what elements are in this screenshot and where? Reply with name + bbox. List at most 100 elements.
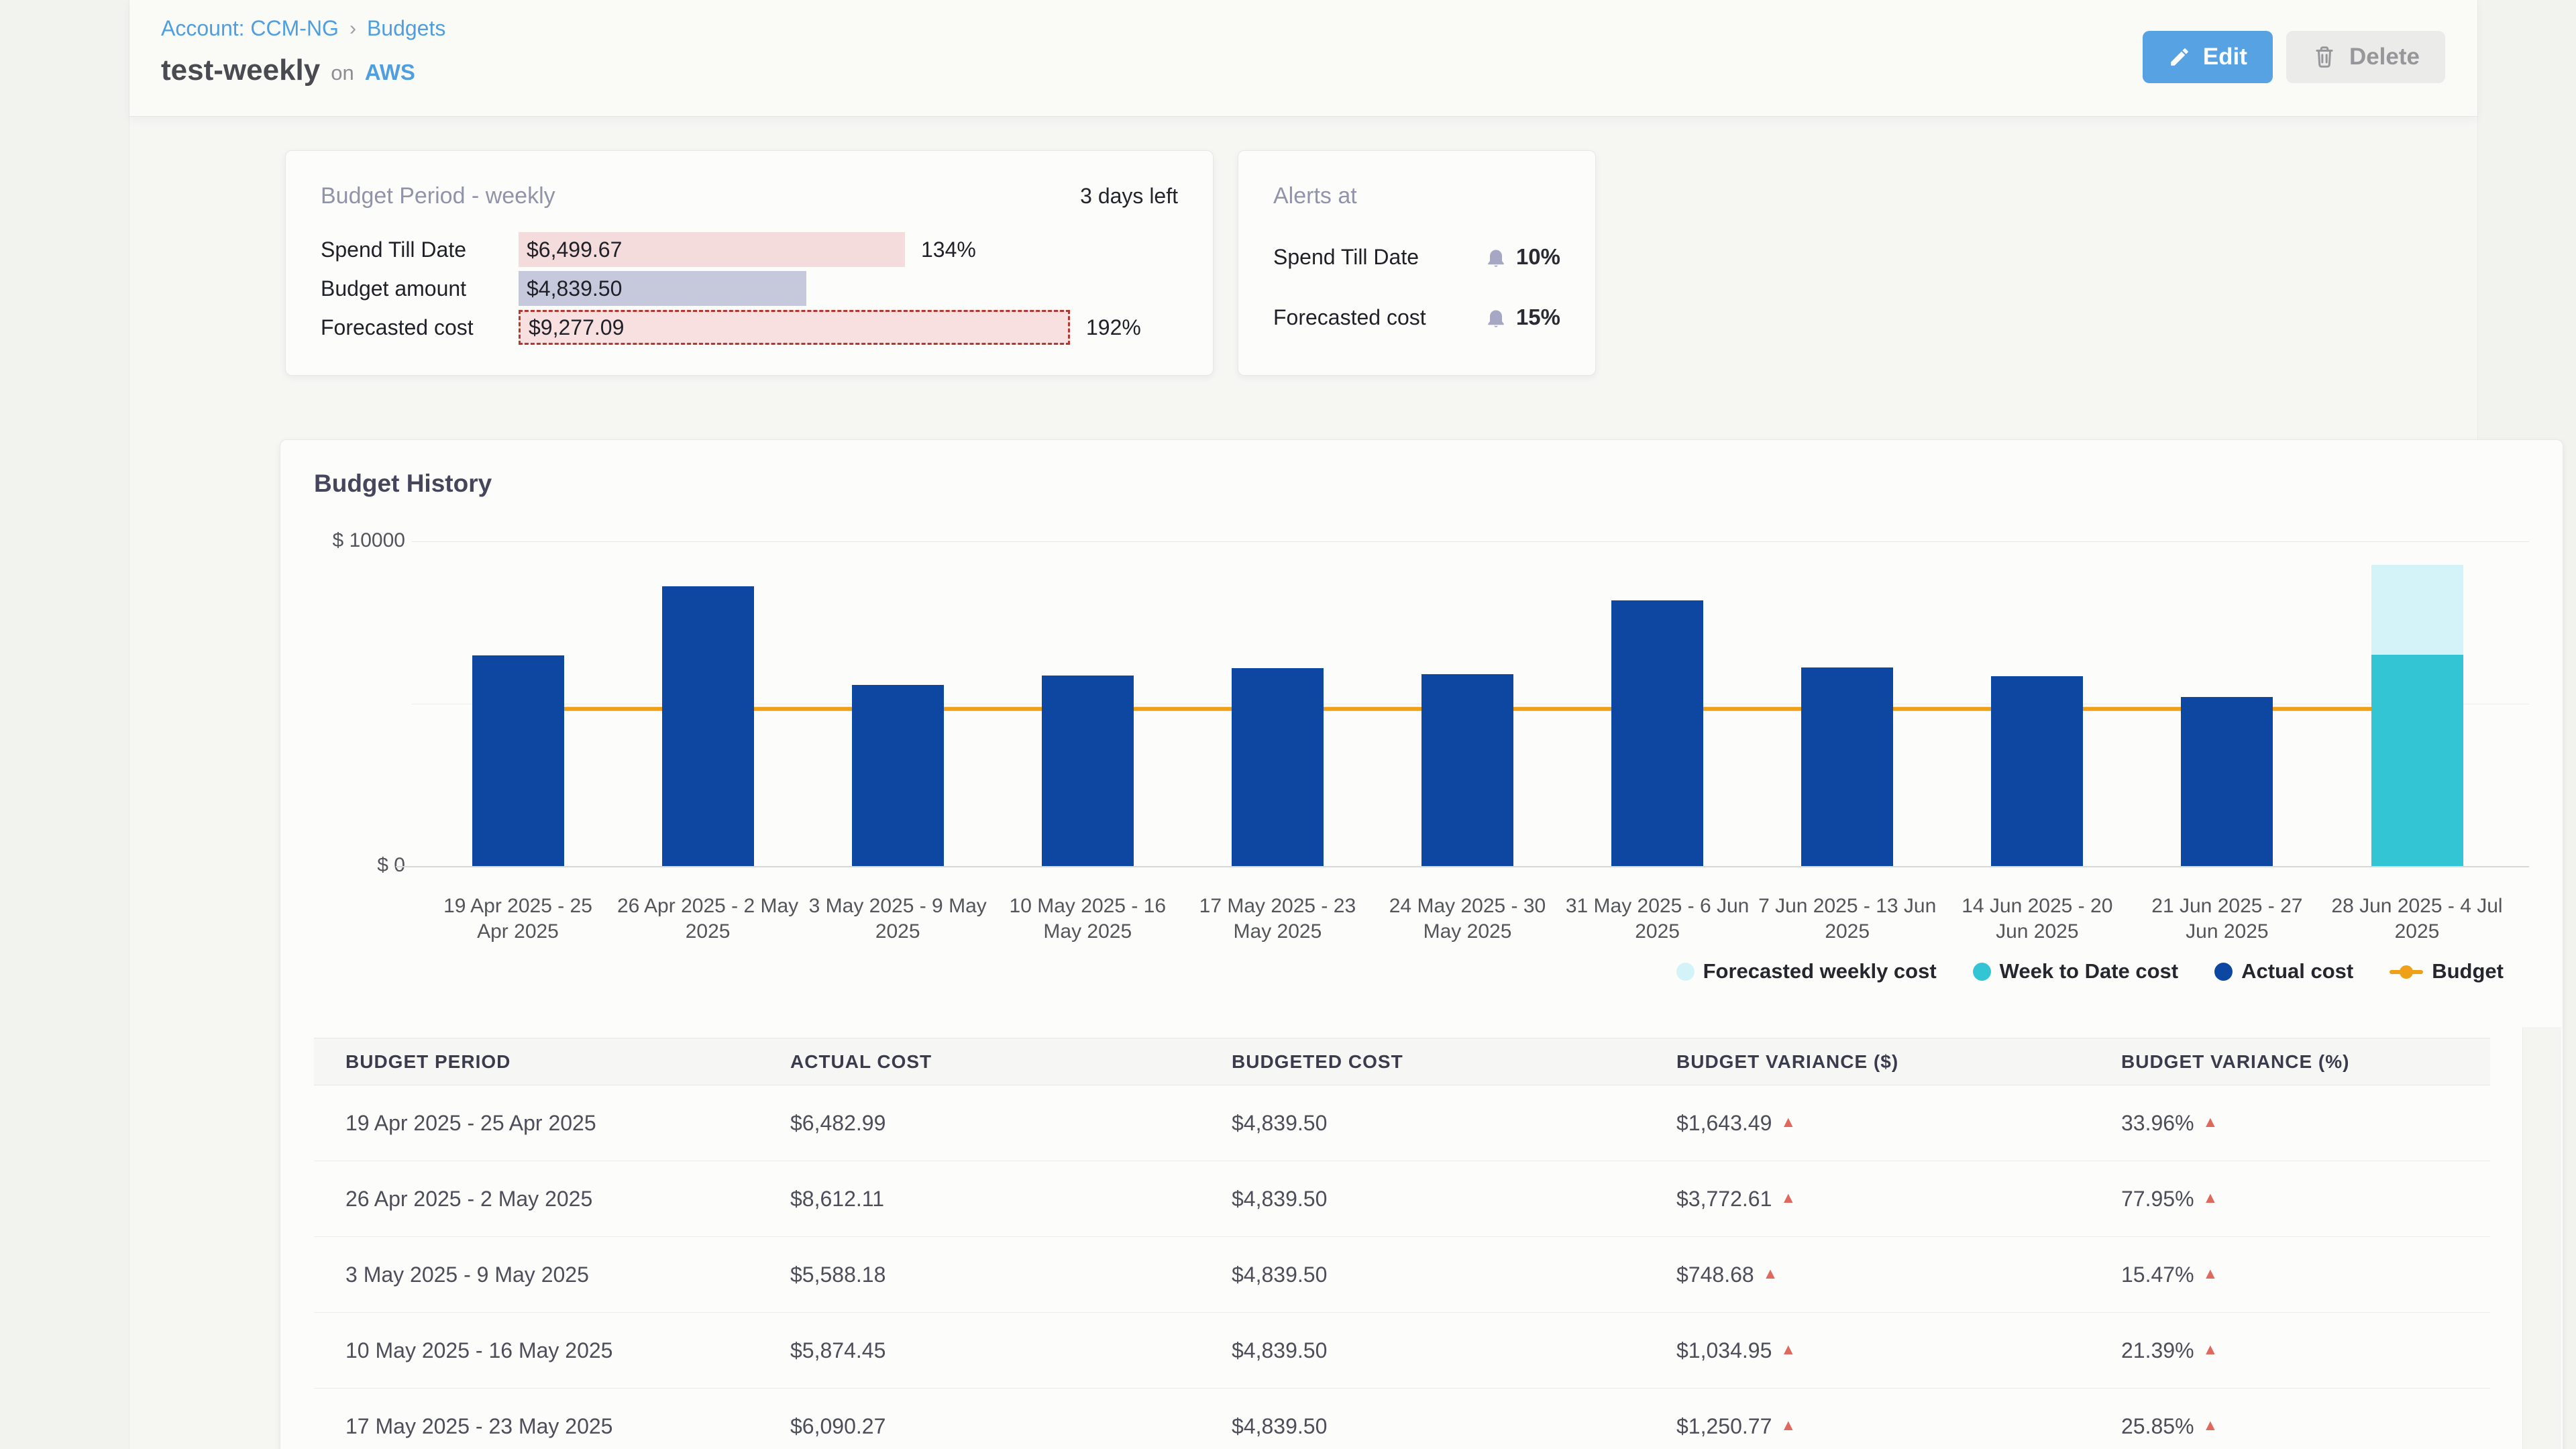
col-budget-variance-pct: BUDGET VARIANCE (%) — [2121, 1051, 2490, 1073]
actual-cost-bar[interactable] — [852, 685, 944, 867]
breadcrumb-budgets-link[interactable]: Budgets — [367, 16, 445, 41]
pencil-icon — [2168, 46, 2191, 68]
xtick-label: 3 May 2025 - 9 May2025 — [790, 894, 1005, 945]
budget-history-title: Budget History — [314, 470, 492, 498]
legend-budget[interactable]: Budget — [2390, 959, 2504, 983]
budget-history-table: BUDGET PERIOD ACTUAL COST BUDGETED COST … — [314, 1038, 2490, 1449]
table-scrollbar[interactable] — [2522, 1027, 2561, 1449]
forecasted-cost-percent: 192% — [1086, 315, 1141, 340]
alerts-card: Alerts at Spend Till Date 10% Forecasted… — [1238, 150, 1596, 376]
cell-variance-pct: 77.95%▲ — [2121, 1187, 2490, 1212]
cell-actual-cost: $6,482.99 — [790, 1111, 1232, 1136]
actual-cost-bar[interactable] — [472, 655, 564, 866]
xtick-label: 17 May 2025 - 23May 2025 — [1170, 894, 1385, 945]
ytick-10000: $ 10000 — [280, 529, 405, 552]
cell-variance-usd: $3,772.61▲ — [1676, 1187, 2121, 1212]
alert-row-forecast: Forecasted cost 15% — [1273, 305, 1560, 330]
content-column: Account: CCM-NG › Budgets test-weekly on… — [129, 0, 2478, 1449]
ytick-0: $ 0 — [280, 854, 405, 877]
forecasted-cost-bar: $9,277.09 — [519, 310, 1070, 345]
cell-actual-cost: $5,874.45 — [790, 1338, 1232, 1363]
triangle-up-icon: ▲ — [2203, 1190, 2218, 1205]
bell-icon — [1484, 245, 1508, 269]
actual-cost-bar[interactable] — [2181, 697, 2273, 866]
col-budget-variance-usd: BUDGET VARIANCE ($) — [1676, 1051, 2121, 1073]
col-budgeted-cost: BUDGETED COST — [1232, 1051, 1676, 1073]
table-row: 17 May 2025 - 23 May 2025 $6,090.27 $4,8… — [314, 1389, 2490, 1449]
actual-cost-bar[interactable] — [1801, 667, 1893, 866]
spend-till-date-row: Spend Till Date $6,499.67 134% — [321, 232, 1178, 267]
table-row: 3 May 2025 - 9 May 2025 $5,588.18 $4,839… — [314, 1237, 2490, 1313]
triangle-up-icon: ▲ — [1780, 1114, 1796, 1130]
table-row: 26 Apr 2025 - 2 May 2025 $8,612.11 $4,83… — [314, 1161, 2490, 1237]
cell-budget-period: 10 May 2025 - 16 May 2025 — [345, 1338, 790, 1363]
legend-forecasted-weekly-cost[interactable]: Forecasted weekly cost — [1676, 959, 1937, 983]
chart-legend: Forecasted weekly cost Week to Date cost… — [1676, 958, 2504, 985]
cell-actual-cost: $5,588.18 — [790, 1263, 1232, 1287]
actual-cost-bar[interactable] — [1991, 676, 2083, 866]
actual-cost-bar[interactable] — [1042, 676, 1134, 866]
actual-cost-dot-icon — [2214, 963, 2233, 981]
bell-icon — [1484, 305, 1508, 329]
forecasted-cost-label: Forecasted cost — [321, 315, 519, 340]
col-budget-period: BUDGET PERIOD — [345, 1051, 790, 1073]
cell-variance-pct: 25.85%▲ — [2121, 1414, 2490, 1439]
week-to-date-bar[interactable] — [2371, 655, 2463, 866]
cell-variance-usd: $1,643.49▲ — [1676, 1111, 2121, 1136]
triangle-up-icon: ▲ — [1780, 1417, 1796, 1433]
xtick-label: 10 May 2025 - 16May 2025 — [980, 894, 1195, 945]
actual-cost-bar[interactable] — [1611, 600, 1703, 866]
budget-period-card: Budget Period - weekly 3 days left Spend… — [285, 150, 1214, 376]
cell-variance-pct: 21.39%▲ — [2121, 1338, 2490, 1363]
table-row: 19 Apr 2025 - 25 Apr 2025 $6,482.99 $4,8… — [314, 1085, 2490, 1161]
cell-budgeted-cost: $4,839.50 — [1232, 1263, 1676, 1287]
xtick-label: 7 Jun 2025 - 13 Jun2025 — [1740, 894, 1955, 945]
cell-variance-pct: 15.47%▲ — [2121, 1263, 2490, 1287]
breadcrumb-account-link[interactable]: Account: CCM-NG — [161, 16, 339, 41]
cell-budget-period: 17 May 2025 - 23 May 2025 — [345, 1414, 790, 1439]
legend-week-to-date-cost[interactable]: Week to Date cost — [1973, 959, 2178, 983]
week-to-date-dot-icon — [1973, 963, 1991, 981]
triangle-up-icon: ▲ — [2203, 1417, 2218, 1433]
triangle-up-icon: ▲ — [2203, 1114, 2218, 1130]
table-header-row: BUDGET PERIOD ACTUAL COST BUDGETED COST … — [314, 1038, 2490, 1085]
cell-budget-period: 19 Apr 2025 - 25 Apr 2025 — [345, 1111, 790, 1136]
trash-icon — [2312, 44, 2337, 70]
triangle-up-icon: ▲ — [2203, 1266, 2218, 1281]
spend-till-date-percent: 134% — [921, 237, 976, 262]
budget-amount-bar: $4,839.50 — [519, 271, 806, 306]
cell-budgeted-cost: $4,839.50 — [1232, 1338, 1676, 1363]
spend-till-date-bar: $6,499.67 — [519, 232, 905, 267]
edit-button[interactable]: Edit — [2143, 31, 2273, 83]
cell-budgeted-cost: $4,839.50 — [1232, 1111, 1676, 1136]
cell-variance-pct: 33.96%▲ — [2121, 1111, 2490, 1136]
legend-actual-cost[interactable]: Actual cost — [2214, 959, 2353, 983]
budget-period-card-title: Budget Period - weekly — [321, 183, 555, 209]
alert-forecast-label: Forecasted cost — [1273, 305, 1426, 330]
budget-amount-row: Budget amount $4,839.50 — [321, 271, 1178, 306]
forecast-weekly-bar[interactable] — [2371, 565, 2463, 655]
budget-period-rows: Spend Till Date $6,499.67 134% Budget am… — [321, 232, 1178, 345]
budget-history-panel: Budget History $ 10000 $ 0 19 Apr 2025 -… — [280, 439, 2563, 1449]
cell-budgeted-cost: $4,839.50 — [1232, 1187, 1676, 1212]
triangle-up-icon: ▲ — [1780, 1190, 1796, 1205]
title-on-label: on — [331, 61, 354, 85]
delete-button[interactable]: Delete — [2286, 31, 2445, 83]
budget-line-icon — [2390, 963, 2423, 981]
triangle-up-icon: ▲ — [1780, 1342, 1796, 1357]
actual-cost-bar[interactable] — [662, 586, 754, 866]
alert-forecast-percent: 15% — [1516, 305, 1560, 330]
cell-budget-period: 26 Apr 2025 - 2 May 2025 — [345, 1187, 790, 1212]
alert-row-spend: Spend Till Date 10% — [1273, 244, 1560, 270]
table-row: 10 May 2025 - 16 May 2025 $5,874.45 $4,8… — [314, 1313, 2490, 1389]
breadcrumb-chevron-icon: › — [350, 17, 356, 40]
alert-spend-label: Spend Till Date — [1273, 245, 1419, 270]
forecasted-cost-row: Forecasted cost $9,277.09 192% — [321, 310, 1178, 345]
triangle-up-icon: ▲ — [2203, 1342, 2218, 1357]
actual-cost-bar[interactable] — [1232, 668, 1324, 866]
actual-cost-bar[interactable] — [1421, 674, 1513, 866]
title-platform: AWS — [365, 60, 415, 85]
xtick-label: 24 May 2025 - 30May 2025 — [1360, 894, 1575, 945]
xtick-label: 31 May 2025 - 6 Jun2025 — [1550, 894, 1765, 945]
spend-till-date-label: Spend Till Date — [321, 237, 519, 262]
